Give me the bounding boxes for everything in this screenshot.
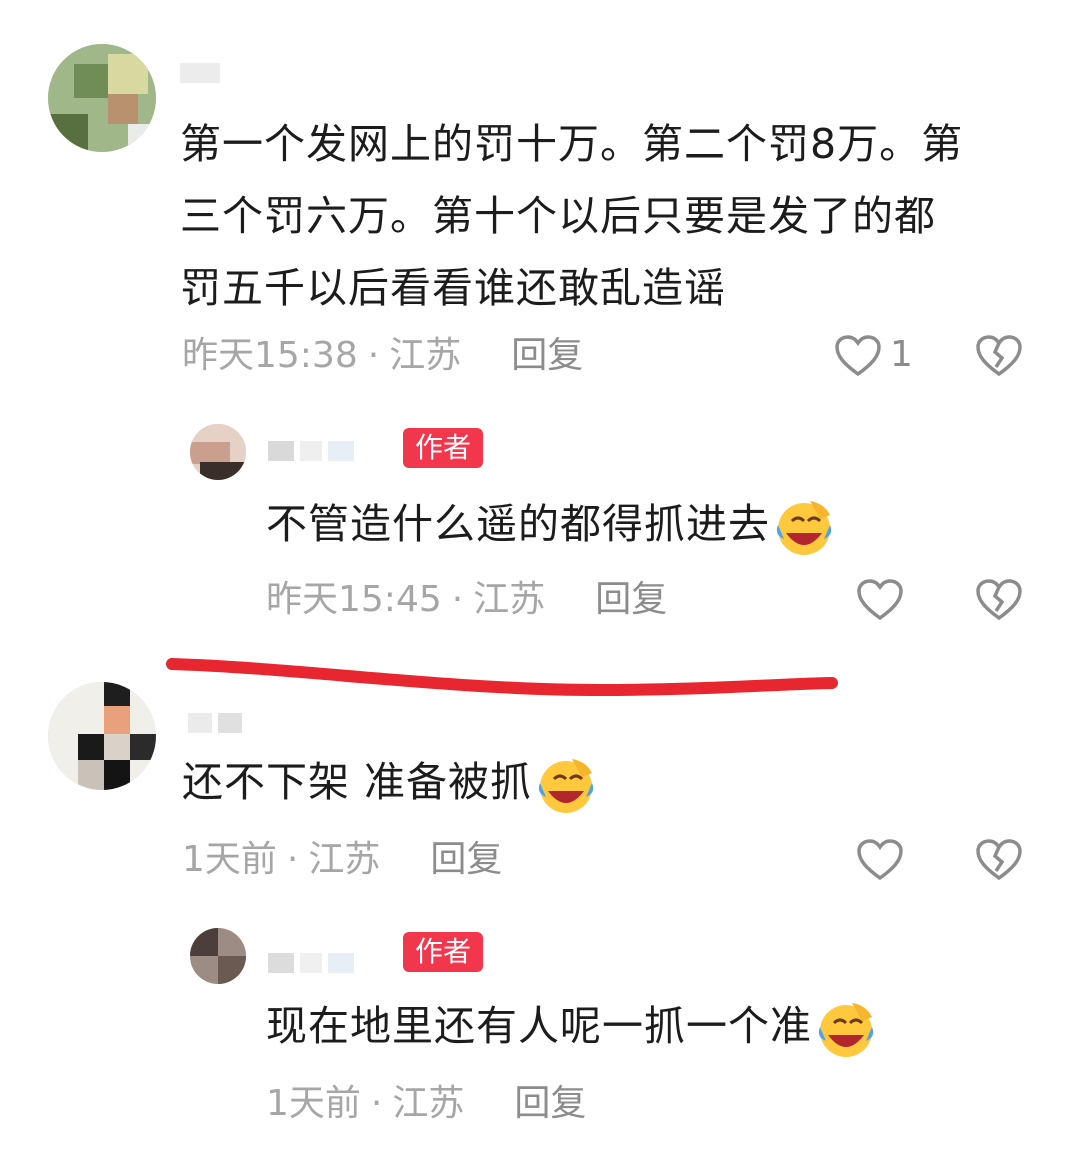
timestamp: 昨天15:45 — [266, 579, 442, 620]
username-blurred[interactable] — [180, 62, 226, 86]
laughing-crying-emoji — [776, 501, 832, 555]
dislike-icon[interactable] — [975, 578, 1023, 622]
like-icon[interactable] — [834, 334, 882, 378]
like-icon[interactable] — [856, 578, 904, 622]
comment-meta: 1天前 · 江苏 回复 — [182, 839, 503, 880]
like-icon[interactable] — [856, 838, 904, 882]
laughing-crying-emoji — [818, 1003, 874, 1057]
reply-button[interactable]: 回复 — [511, 335, 583, 376]
avatar[interactable] — [190, 424, 246, 480]
reply-button[interactable]: 回复 — [595, 579, 667, 620]
author-tag: 作者 — [403, 932, 484, 972]
comment-meta: 昨天15:38 · 江苏 回复 — [182, 335, 584, 376]
reply-button[interactable]: 回复 — [430, 839, 502, 880]
location: 江苏 — [392, 1083, 465, 1124]
laughing-crying-emoji — [538, 759, 594, 813]
like-count: 1 — [890, 334, 913, 375]
location: 江苏 — [473, 579, 546, 620]
location: 江苏 — [308, 839, 381, 880]
dislike-icon[interactable] — [975, 334, 1023, 378]
comment-meta: 1天前 · 江苏 回复 — [266, 1083, 587, 1124]
comment-text: 现在地里还有人呢一抓一个准 — [266, 990, 1046, 1062]
comment-text: 不管造什么遥的都得抓进去 — [266, 488, 1026, 560]
timestamp: 昨天15:38 — [182, 335, 358, 376]
username-blurred[interactable] — [188, 712, 248, 736]
author-tag: 作者 — [403, 428, 484, 468]
timestamp: 1天前 — [266, 1083, 361, 1124]
reply-button[interactable]: 回复 — [514, 1083, 586, 1124]
avatar[interactable] — [190, 928, 246, 984]
comment-meta: 昨天15:45 · 江苏 回复 — [266, 579, 668, 620]
username-blurred[interactable] — [268, 440, 360, 464]
location: 江苏 — [389, 335, 462, 376]
comment-text: 第一个发网上的罚十万。第二个罚8万。第 三个罚六万。第十个以后只要是发了的都 罚… — [180, 120, 964, 312]
comment-text: 还不下架 准备被抓 — [182, 746, 598, 818]
timestamp: 1天前 — [182, 839, 277, 880]
avatar[interactable] — [48, 682, 156, 790]
dislike-icon[interactable] — [975, 838, 1023, 882]
avatar[interactable] — [48, 44, 156, 152]
username-blurred[interactable] — [268, 952, 360, 976]
